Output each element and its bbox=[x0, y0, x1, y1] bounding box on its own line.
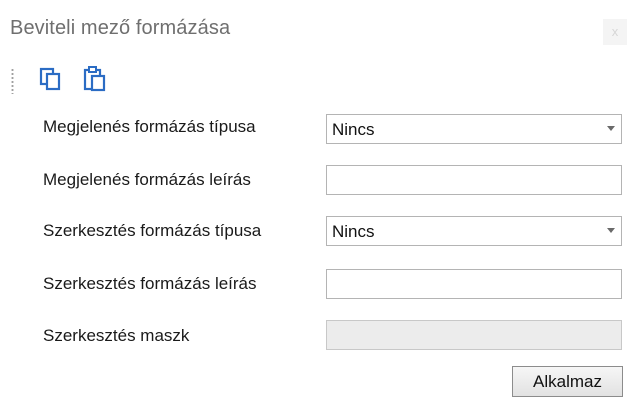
display-format-string-label: Megjelenés formázás leírás bbox=[43, 170, 251, 189]
format-dialog: Beviteli mező formázása x Megjelenés for… bbox=[0, 0, 633, 417]
title-bar: Beviteli mező formázása x bbox=[0, 0, 633, 60]
edit-format-type-select[interactable]: Nincs bbox=[326, 216, 622, 246]
apply-button[interactable]: Alkalmaz bbox=[512, 366, 623, 397]
edit-mask-input bbox=[326, 320, 622, 350]
close-icon: x bbox=[611, 24, 619, 39]
edit-format-type-value: Nincs bbox=[332, 222, 375, 241]
toolbar-grip-handle[interactable] bbox=[11, 68, 14, 94]
edit-format-string-input[interactable] bbox=[326, 269, 622, 299]
chevron-down-icon bbox=[607, 126, 615, 131]
edit-format-type-label: Szerkesztés formázás típusa bbox=[43, 221, 262, 240]
chevron-down-icon bbox=[607, 228, 615, 233]
close-button[interactable]: x bbox=[603, 19, 627, 45]
display-format-string-input[interactable] bbox=[326, 165, 622, 195]
copy-button[interactable] bbox=[38, 65, 64, 93]
display-format-type-value: Nincs bbox=[332, 120, 375, 139]
display-format-type-select[interactable]: Nincs bbox=[326, 114, 622, 144]
edit-mask-label: Szerkesztés maszk bbox=[43, 326, 190, 345]
copy-icon bbox=[39, 67, 61, 91]
dialog-title: Beviteli mező formázása bbox=[10, 17, 231, 39]
paste-icon bbox=[83, 66, 106, 92]
edit-format-string-label: Szerkesztés formázás leírás bbox=[43, 274, 257, 293]
format-form: Megjelenés formázás típusa Nincs Megjele… bbox=[0, 100, 633, 417]
toolbar bbox=[0, 60, 633, 100]
paste-button[interactable] bbox=[82, 65, 108, 93]
display-format-type-label: Megjelenés formázás típusa bbox=[43, 117, 256, 136]
